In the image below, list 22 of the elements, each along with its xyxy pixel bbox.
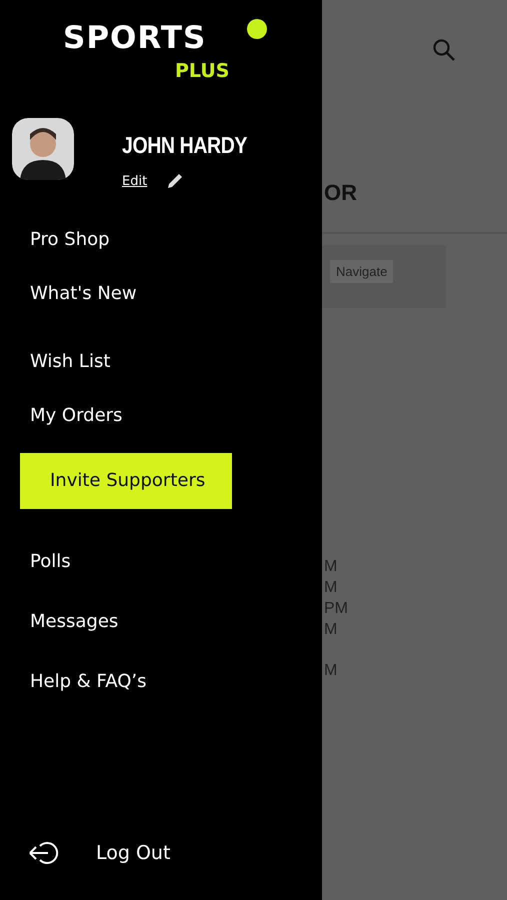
- menu-item[interactable]: Pro Shop: [0, 213, 322, 267]
- time-text: M: [324, 557, 338, 577]
- menu-item[interactable]: Messages: [0, 593, 322, 653]
- time-text: M: [324, 620, 338, 640]
- menu-item[interactable]: Polls: [0, 533, 322, 593]
- logo-subtitle: PLUS: [175, 60, 230, 82]
- ball-icon: [247, 19, 267, 39]
- menu-item[interactable]: My Orders: [0, 389, 322, 443]
- page-heading: OR: [324, 180, 357, 206]
- logo-wordmark: SPORTS: [63, 20, 206, 56]
- edit-link[interactable]: Edit: [122, 174, 148, 188]
- search-icon[interactable]: [432, 38, 456, 62]
- menu-item[interactable]: What's New: [0, 267, 322, 321]
- highlighted-menu-item[interactable]: Invite Supporters: [20, 453, 232, 509]
- logout-link[interactable]: Log Out: [96, 842, 170, 864]
- user-name: JOHN HARDY: [122, 132, 248, 159]
- time-text: M: [324, 661, 338, 681]
- menu-item[interactable]: Help & FAQ’s: [0, 653, 322, 713]
- avatar: [12, 118, 74, 180]
- menu-item[interactable]: Wish List: [0, 335, 322, 389]
- time-text: PM: [324, 599, 348, 619]
- time-text: M: [324, 578, 338, 598]
